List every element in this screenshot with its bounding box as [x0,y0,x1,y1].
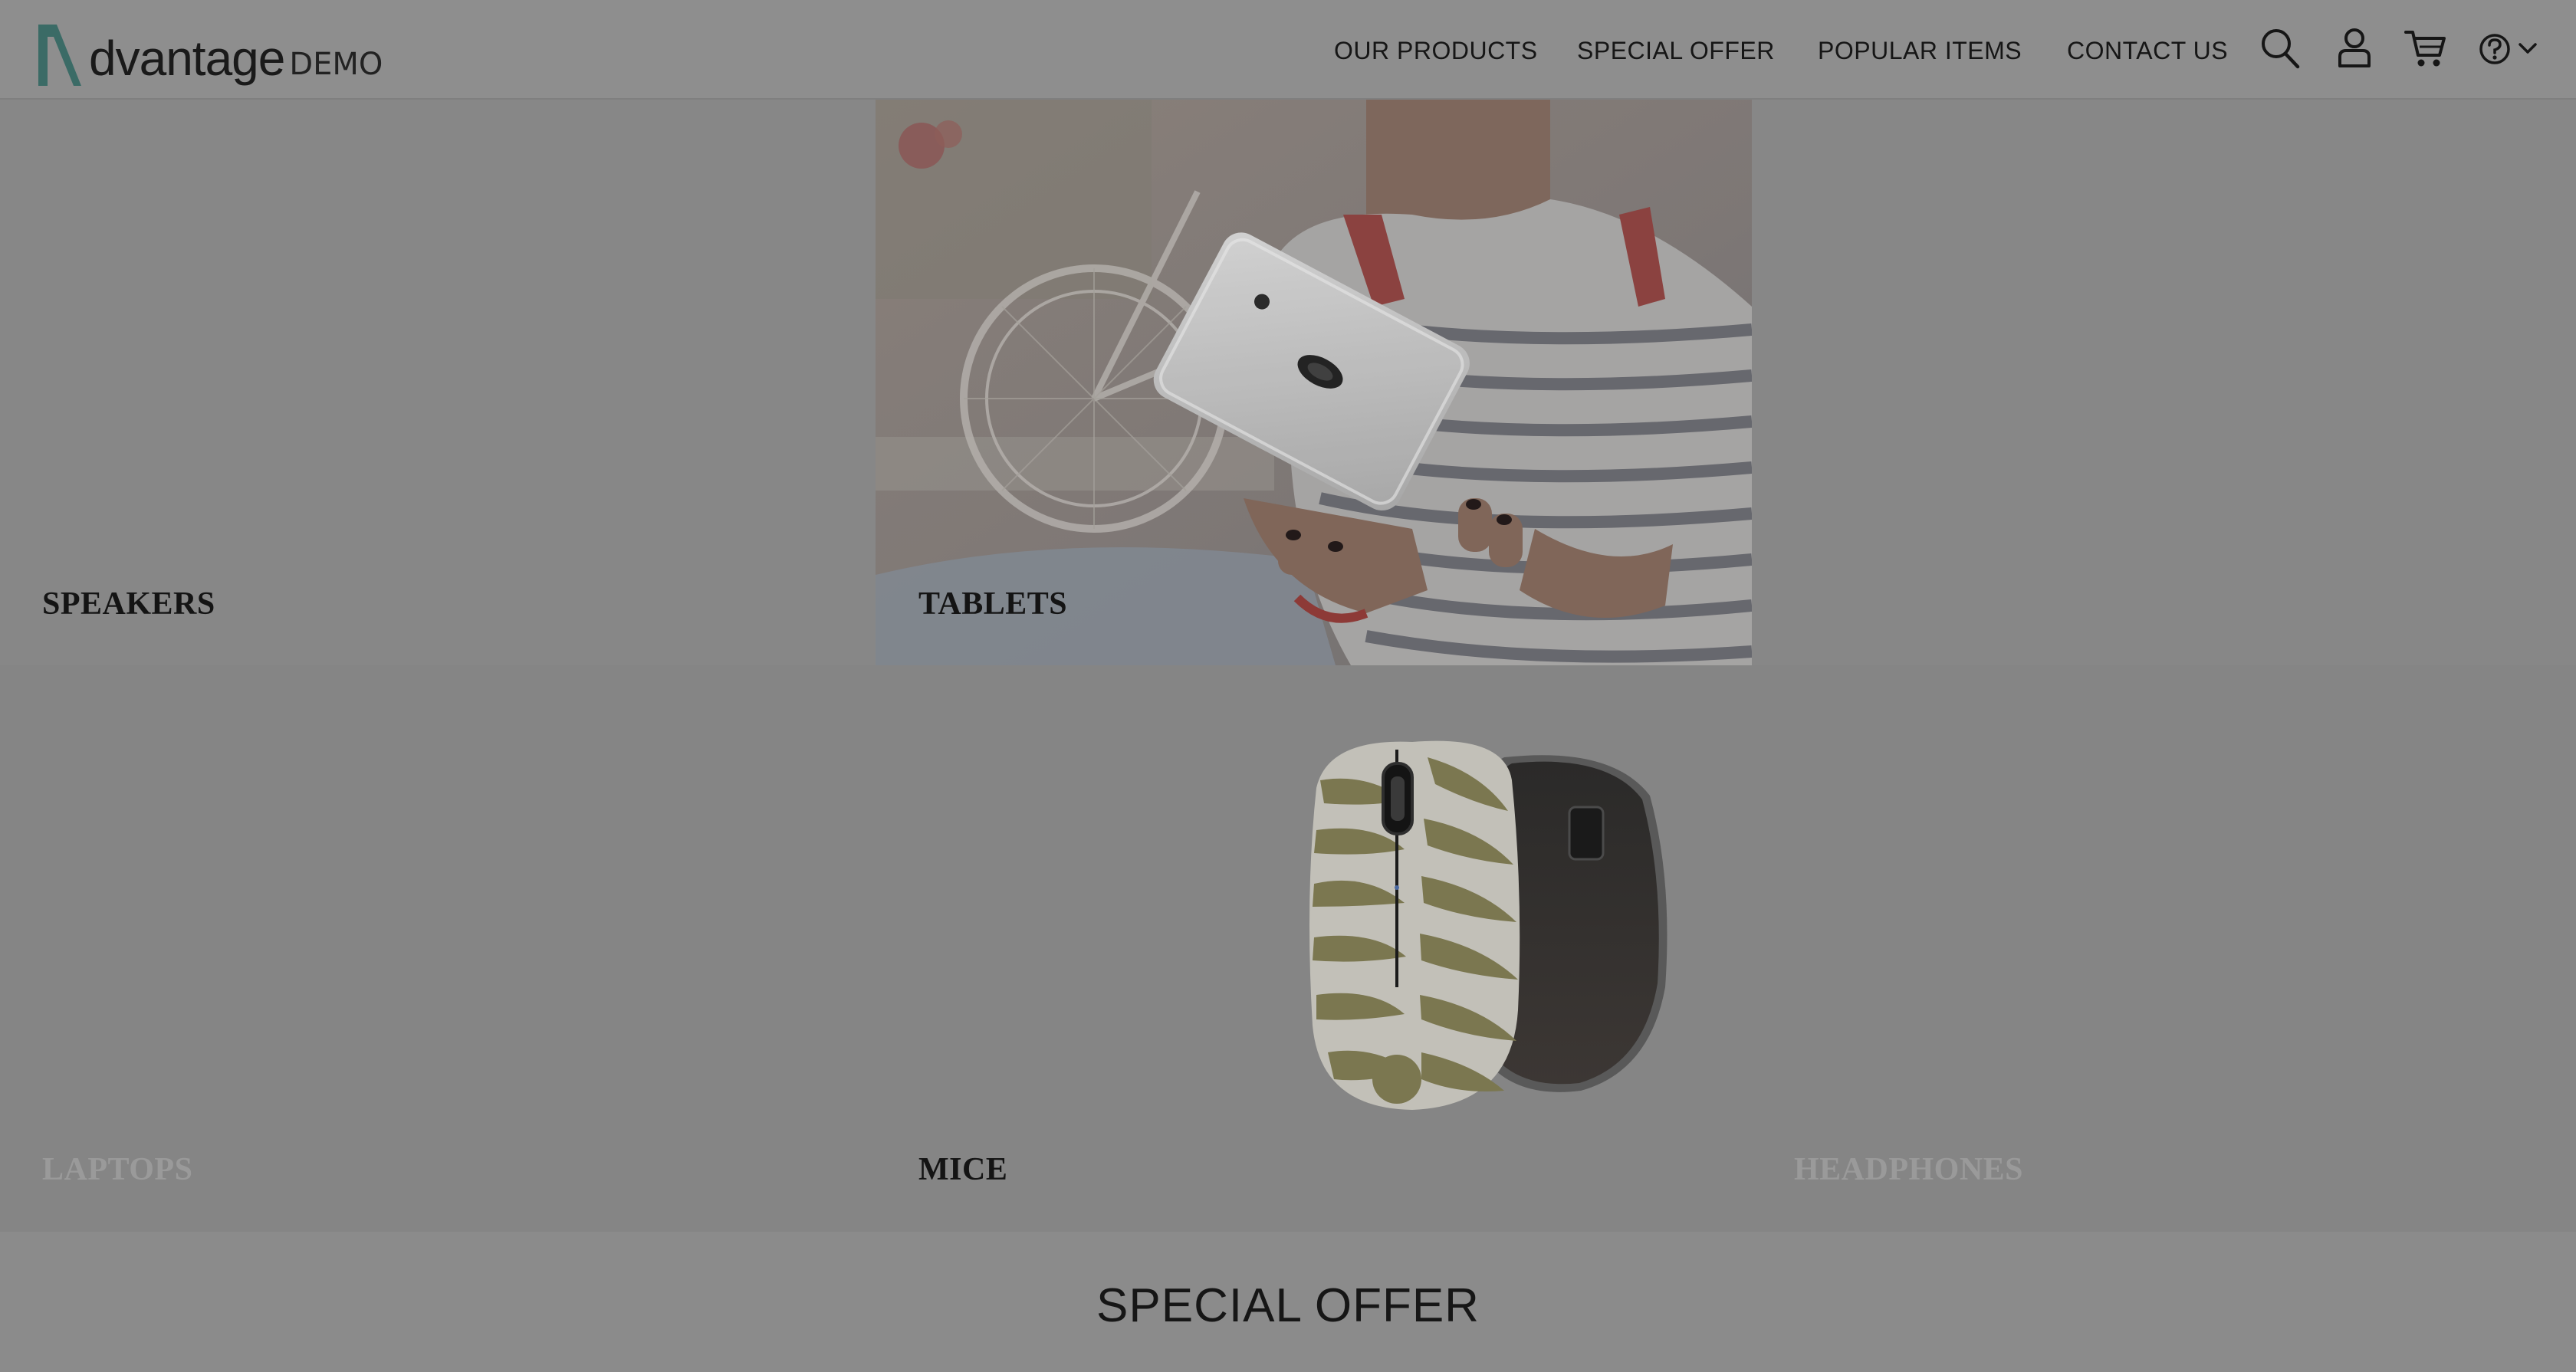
logo-demo-label: DEMO [289,47,383,82]
special-offer-heading: SPECIAL OFFER [1096,1279,1480,1332]
tablets-photo [876,100,1752,665]
category-tile-laptops[interactable]: LAPTOPS [0,665,876,1232]
logo-mark-icon [38,25,81,86]
chevron-down-icon[interactable] [2518,41,2538,55]
category-label-laptops: LAPTOPS [42,1152,193,1187]
mice-photo [1309,740,1668,1110]
user-icon[interactable] [2337,28,2372,69]
nav-popular-items[interactable]: POPULAR ITEMS [1818,37,2022,65]
category-tile-headphones[interactable]: HEADPHONES [1752,665,2576,1232]
nav-special-offer[interactable]: SPECIAL OFFER [1577,37,1775,65]
help-icon[interactable] [2478,32,2512,66]
logo-wordmark: dvantage [89,31,285,86]
category-tile-tablets[interactable]: TABLETS [876,100,1752,665]
nav-our-products[interactable]: OUR PRODUCTS [1334,37,1538,65]
category-tile-mice[interactable]: MICE [876,665,1752,1232]
category-tile-empty [1752,100,2576,665]
category-label-mice: MICE [918,1152,1008,1187]
category-label-headphones: HEADPHONES [1794,1152,2024,1187]
site-header: dvantage DEMO OUR PRODUCTS SPECIAL OFFER… [0,0,2576,100]
category-tile-speakers[interactable]: SPEAKERS [0,100,876,665]
search-icon[interactable] [2260,28,2300,69]
category-label-speakers: SPEAKERS [42,586,215,622]
cart-icon[interactable] [2404,28,2447,69]
site-logo[interactable]: dvantage DEMO [34,14,383,90]
category-label-tablets: TABLETS [918,586,1068,622]
nav-contact-us[interactable]: CONTACT US [2067,37,2228,65]
